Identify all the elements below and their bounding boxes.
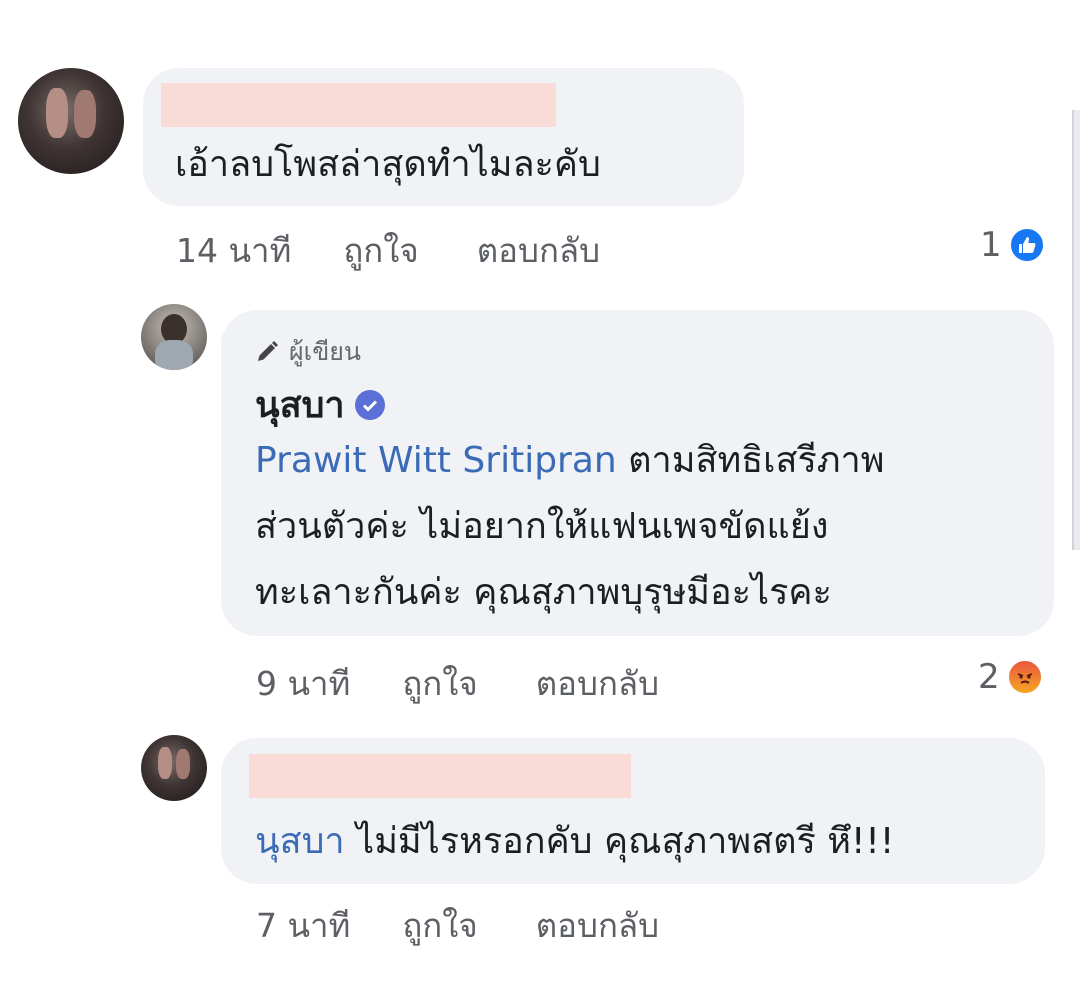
- reply-button[interactable]: ตอบกลับ: [477, 224, 600, 277]
- reply-button[interactable]: ตอบกลับ: [536, 899, 659, 952]
- like-icon: [1007, 226, 1046, 264]
- reaction-summary[interactable]: 2: [978, 657, 1044, 697]
- timestamp[interactable]: 14 นาที: [176, 224, 291, 277]
- commenter-avatar[interactable]: [141, 735, 207, 801]
- author-badge: ผู้เขียน: [255, 332, 361, 372]
- timestamp[interactable]: 7 นาที: [256, 899, 350, 952]
- mention-link[interactable]: Prawit Witt Sritipran: [255, 440, 617, 481]
- comment-text: นุสบา ไม่มีไรหรอกคับ คุณสุภาพสตรี หึ!!!: [255, 821, 895, 862]
- pencil-icon: [258, 341, 278, 361]
- timestamp[interactable]: 9 นาที: [256, 657, 350, 710]
- scrollbar-edge: [1072, 110, 1080, 550]
- comment-text-line: ส่วนตัวค่ะ ไม่อยากให้แฟนเพจขัดแย้ง: [255, 506, 829, 547]
- mention-link[interactable]: นุสบา: [255, 821, 345, 862]
- reaction-count: 1: [980, 225, 1002, 265]
- author-name[interactable]: นุสบา: [255, 376, 345, 433]
- like-button[interactable]: ถูกใจ: [402, 899, 477, 952]
- comment-bubble: ผู้เขียน นุสบา Prawit Witt Sritipran ตาม…: [221, 310, 1054, 636]
- angry-icon: [1005, 658, 1044, 696]
- comment-meta: 9 นาที ถูกใจ ตอบกลับ: [256, 657, 659, 710]
- reaction-summary[interactable]: 1: [980, 225, 1046, 265]
- redacted-name: [161, 83, 556, 127]
- comment-bubble: นุสบา ไม่มีไรหรอกคับ คุณสุภาพสตรี หึ!!!: [221, 738, 1045, 884]
- author-avatar[interactable]: [141, 304, 207, 370]
- redacted-name: [249, 754, 631, 798]
- comment-text: เอ้าลบโพสล่าสุดทำไมละคับ: [175, 144, 601, 185]
- comment-meta: 7 นาที ถูกใจ ตอบกลับ: [256, 899, 659, 952]
- author-name-row: นุสบา: [255, 376, 385, 433]
- comment-text-line: ทะเลาะกันค่ะ คุณสุภาพบุรุษมีอะไรคะ: [255, 572, 832, 613]
- reaction-count: 2: [978, 657, 1000, 697]
- like-button[interactable]: ถูกใจ: [402, 657, 477, 710]
- comment-bubble: เอ้าลบโพสล่าสุดทำไมละคับ: [143, 68, 744, 206]
- comment-text-line: Prawit Witt Sritipran ตามสิทธิเสรีภาพ: [255, 440, 885, 481]
- like-button[interactable]: ถูกใจ: [343, 224, 418, 277]
- comment-meta: 14 นาที ถูกใจ ตอบกลับ: [176, 224, 600, 277]
- commenter-avatar[interactable]: [18, 68, 124, 174]
- reply-button[interactable]: ตอบกลับ: [536, 657, 659, 710]
- verified-badge-icon: [354, 389, 385, 420]
